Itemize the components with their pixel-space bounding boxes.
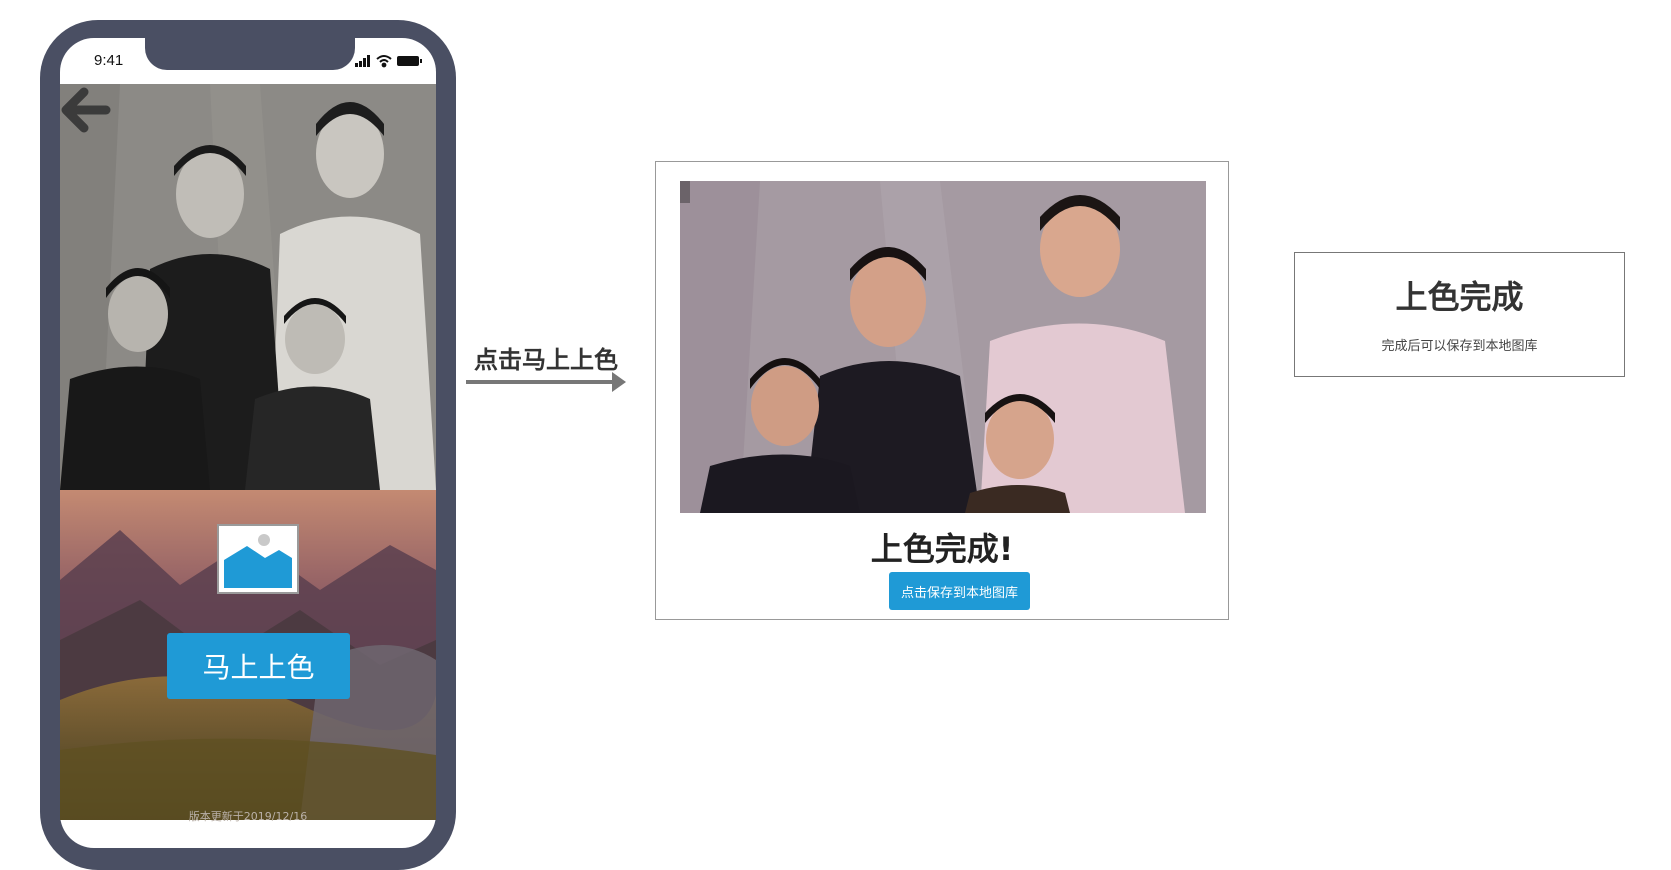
wifi-icon bbox=[376, 55, 392, 68]
flow-arrow-icon bbox=[466, 372, 626, 392]
colorize-now-button[interactable]: 马上上色 bbox=[167, 633, 350, 699]
status-bar-icons bbox=[355, 55, 422, 68]
save-to-gallery-button[interactable]: 点击保存到本地图库 bbox=[889, 572, 1030, 610]
signal-icon bbox=[355, 55, 370, 67]
result-title: 上色完成! bbox=[870, 530, 1014, 568]
battery-icon bbox=[397, 56, 422, 66]
original-photo bbox=[60, 84, 436, 490]
dialog-subtitle: 完成后可以保存到本地图库 bbox=[1381, 339, 1538, 354]
back-arrow-icon[interactable] bbox=[60, 86, 112, 134]
colorized-photo bbox=[680, 181, 1206, 513]
phone-notch bbox=[145, 30, 355, 70]
image-placeholder-icon[interactable] bbox=[217, 524, 299, 594]
status-time: 9:41 bbox=[94, 52, 124, 69]
dialog-title: 上色完成 bbox=[1395, 278, 1524, 316]
version-text: 版本更新于2019/12/16 bbox=[188, 810, 308, 823]
